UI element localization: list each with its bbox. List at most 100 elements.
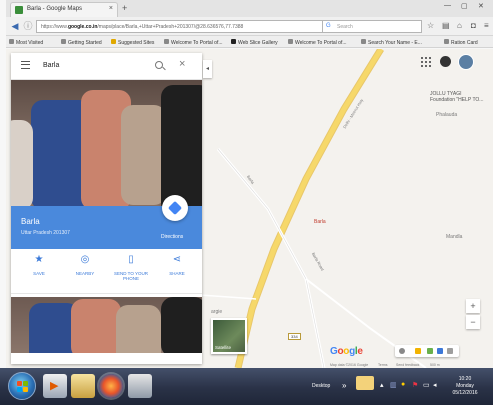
bookmark-star-icon[interactable]: ☆ xyxy=(427,21,434,30)
place-title: Barla xyxy=(21,217,40,226)
photo-figure xyxy=(11,120,33,206)
bookmark-item[interactable]: Search Your Name - E... xyxy=(361,39,422,46)
nearby-button[interactable]: ◎ NEARBY xyxy=(65,254,105,277)
bookmarks-toolbar: Most Visited Getting Started Suggested S… xyxy=(6,36,493,48)
tab-close-icon[interactable]: × xyxy=(109,5,113,12)
bookmark-item[interactable]: Getting Started xyxy=(61,39,102,46)
system-clock[interactable]: 10:20 Monday 05/12/2016 xyxy=(445,376,485,397)
zoom-in-button[interactable]: + xyxy=(466,299,480,313)
map-label-barla-village[interactable]: Barla xyxy=(314,219,326,225)
photo-figure xyxy=(161,85,202,206)
star-icon: ★ xyxy=(34,254,44,265)
maximize-icon[interactable]: ▢ xyxy=(461,2,468,10)
windows-taskbar: ▶ Desktop » ▴ ▥ ● ⚑ ▭ ◂ 10:20 Monday 05/… xyxy=(0,368,493,405)
minimize-icon[interactable]: — xyxy=(444,2,451,9)
search-query[interactable]: Barla xyxy=(43,62,59,69)
bookmarks-list-icon[interactable]: ▤ xyxy=(442,21,450,30)
browser-navigation-bar: ◀ ⓘ https://www.google.co.in/maps/place/… xyxy=(6,17,493,36)
place-side-panel: Barla × Barla Uttar Pradesh 201307 Direc… xyxy=(11,53,202,364)
browser-search-field[interactable]: G Search xyxy=(322,20,422,33)
app-taskbar-icon[interactable] xyxy=(128,374,152,398)
windows-logo-icon xyxy=(17,381,22,386)
layer-thumb-icon[interactable] xyxy=(447,348,453,354)
place-address: Uttar Pradesh 201307 xyxy=(21,230,70,236)
tray-display-icon[interactable]: ▭ xyxy=(423,381,430,389)
bookmark-item[interactable]: Welcome To Portal of... xyxy=(164,39,223,46)
menu-icon[interactable]: ≡ xyxy=(484,21,489,30)
google-search-engine-icon: G xyxy=(326,23,331,29)
new-tab-button[interactable]: + xyxy=(122,3,127,13)
route-shield: 334 xyxy=(288,333,301,340)
bookmark-item[interactable]: Web Slice Gallery xyxy=(231,39,278,46)
window-close-icon[interactable]: ✕ xyxy=(478,2,484,10)
start-button[interactable] xyxy=(8,372,36,400)
pocket-icon[interactable]: ◘ xyxy=(471,21,476,30)
satellite-label: Satellite xyxy=(215,345,232,350)
directions-button[interactable] xyxy=(162,195,188,221)
tray-app-icon[interactable] xyxy=(356,376,374,390)
clock-date: 05/12/2016 xyxy=(452,390,478,396)
send-to-phone-button[interactable]: ▯ SEND TO YOUR PHONE xyxy=(111,254,151,282)
url-prefix: https://www. xyxy=(41,24,68,30)
back-arrow-icon[interactable]: ◀ xyxy=(9,20,21,32)
maps-search-box[interactable]: Barla × xyxy=(11,53,202,80)
map-label-phalauda: Phalauda xyxy=(436,112,458,118)
layer-thumb-icon[interactable] xyxy=(437,348,443,354)
photo-figure xyxy=(161,297,202,353)
clear-search-icon[interactable]: × xyxy=(179,58,185,70)
desktop-toolbar-label[interactable]: Desktop xyxy=(312,383,330,389)
tray-network-icon[interactable]: ▥ xyxy=(390,381,397,389)
phone-icon: ▯ xyxy=(128,254,134,265)
file-explorer-taskbar-icon[interactable] xyxy=(71,374,95,398)
place-photo[interactable] xyxy=(11,80,202,206)
bookmark-item[interactable]: Suggested Sites xyxy=(111,39,154,46)
share-button[interactable]: ⋖ SHARE xyxy=(157,255,197,277)
bookmark-icon xyxy=(164,39,169,44)
zoom-out-button[interactable]: − xyxy=(466,315,480,329)
collapse-panel-button[interactable]: ◂ xyxy=(203,60,212,78)
tray-volume-icon[interactable]: ◂ xyxy=(433,381,437,389)
tray-toolbar-icon[interactable]: » xyxy=(342,381,346,390)
bookmark-icon xyxy=(61,39,66,44)
place-photo-secondary[interactable] xyxy=(11,297,202,353)
map-label-foundation: JOLLU TYAGI Foundation "HELP TO... xyxy=(430,91,484,103)
bookmark-item[interactable]: Ration Card xyxy=(444,39,478,46)
notifications-icon[interactable] xyxy=(440,56,451,67)
directions-label[interactable]: Directions xyxy=(161,234,183,240)
search-placeholder: Search xyxy=(337,24,353,30)
hamburger-menu-icon[interactable] xyxy=(21,61,30,69)
pegman-icon[interactable] xyxy=(415,348,421,354)
map-layer-controls[interactable] xyxy=(395,345,459,357)
tray-security-icon[interactable]: ● xyxy=(401,381,405,388)
photo-figure xyxy=(116,305,161,353)
browser-tab[interactable]: Barla - Google Maps × xyxy=(10,2,118,17)
tray-expand-icon[interactable]: ▴ xyxy=(380,381,384,389)
address-bar[interactable]: https://www.google.co.in/maps/place/Barl… xyxy=(36,20,336,33)
scale-label: 500 m xyxy=(430,363,440,367)
terms-link[interactable]: Terms xyxy=(378,363,388,367)
search-icon[interactable] xyxy=(155,61,163,69)
clock-day: Monday xyxy=(456,383,474,389)
bookmark-item[interactable]: Most Visited xyxy=(9,39,43,46)
google-maps-favicon-icon xyxy=(15,6,23,14)
place-header: Barla Uttar Pradesh 201307 Directions xyxy=(11,195,202,249)
account-avatar[interactable] xyxy=(458,54,474,70)
firefox-taskbar-icon[interactable] xyxy=(99,374,123,398)
home-icon[interactable]: ⌂ xyxy=(457,21,462,30)
compass-icon[interactable] xyxy=(399,348,405,354)
bookmark-icon xyxy=(361,39,366,44)
media-player-taskbar-icon[interactable]: ▶ xyxy=(43,374,67,398)
bookmark-item[interactable]: Welcome To Portal of... xyxy=(288,39,347,46)
info-icon[interactable]: ⓘ xyxy=(22,20,34,32)
url-domain: google.co.in xyxy=(67,24,98,30)
tray-flag-icon[interactable]: ⚑ xyxy=(412,381,418,389)
layer-thumb-icon[interactable] xyxy=(427,348,433,354)
send-feedback-link[interactable]: Send feedback xyxy=(396,363,419,367)
bookmark-icon xyxy=(444,39,449,44)
map-label-partial: argie xyxy=(211,309,223,315)
satellite-toggle[interactable]: Satellite xyxy=(211,318,247,354)
google-apps-grid-icon[interactable] xyxy=(421,57,431,67)
nearby-icon: ◎ xyxy=(80,254,90,265)
bookmark-icon xyxy=(231,39,236,44)
save-button[interactable]: ★ SAVE xyxy=(19,254,59,277)
